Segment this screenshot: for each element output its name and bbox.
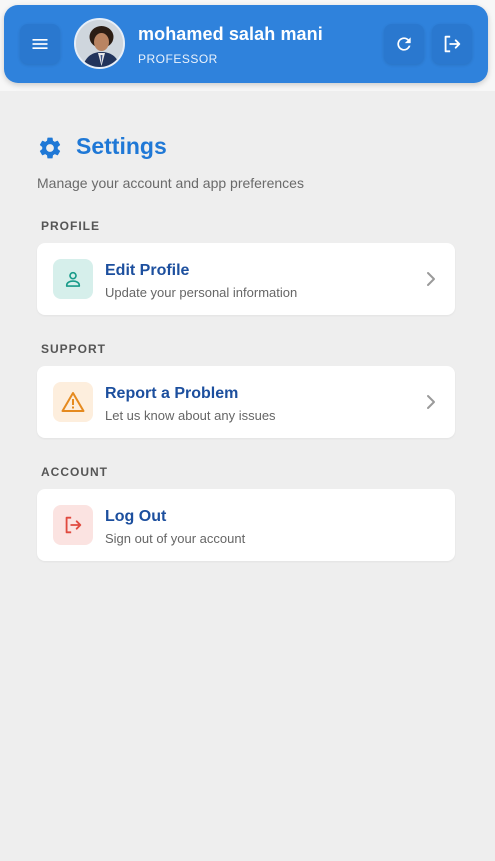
avatar[interactable] bbox=[74, 18, 125, 69]
person-icon bbox=[65, 271, 81, 287]
log-out-item[interactable]: Log Out Sign out of your account bbox=[37, 489, 455, 561]
menu-button[interactable] bbox=[20, 24, 60, 64]
report-problem-title: Report a Problem bbox=[105, 385, 239, 402]
report-problem-icon-box bbox=[53, 382, 93, 422]
logout-icon bbox=[444, 35, 461, 53]
page-title: Settings bbox=[76, 133, 167, 159]
section-label-account: ACCOUNT bbox=[41, 465, 108, 479]
chevron-right-icon bbox=[427, 395, 435, 409]
user-role: PROFESSOR bbox=[138, 52, 218, 66]
gear-icon bbox=[39, 137, 61, 159]
report-problem-description: Let us know about any issues bbox=[105, 408, 276, 423]
settings-gear bbox=[37, 135, 63, 166]
avatar-image bbox=[76, 20, 123, 67]
warning-icon bbox=[61, 392, 85, 412]
log-out-icon-box bbox=[53, 505, 93, 545]
hamburger-menu-icon bbox=[32, 39, 48, 49]
user-name: mohamed salah mani bbox=[138, 24, 323, 44]
refresh-icon bbox=[397, 37, 411, 51]
edit-profile-item[interactable]: Edit Profile Update your personal inform… bbox=[37, 243, 455, 315]
edit-profile-description: Update your personal information bbox=[105, 285, 298, 300]
log-out-description: Sign out of your account bbox=[105, 531, 246, 546]
section-label-profile: PROFILE bbox=[41, 219, 101, 233]
section-label-support: SUPPORT bbox=[41, 342, 107, 356]
refresh-button[interactable] bbox=[384, 24, 424, 64]
report-problem-item[interactable]: Report a Problem Let us know about any i… bbox=[37, 366, 455, 438]
log-out-title: Log Out bbox=[105, 508, 167, 525]
chevron-right-icon bbox=[427, 272, 435, 286]
logout-icon bbox=[65, 516, 82, 534]
app-header: mohamed salah mani PROFESSOR bbox=[4, 5, 488, 83]
edit-profile-title: Edit Profile bbox=[105, 262, 190, 279]
page-subtitle: Manage your account and app preferences bbox=[37, 175, 304, 191]
edit-profile-icon-box bbox=[53, 259, 93, 299]
logout-button[interactable] bbox=[432, 24, 472, 64]
